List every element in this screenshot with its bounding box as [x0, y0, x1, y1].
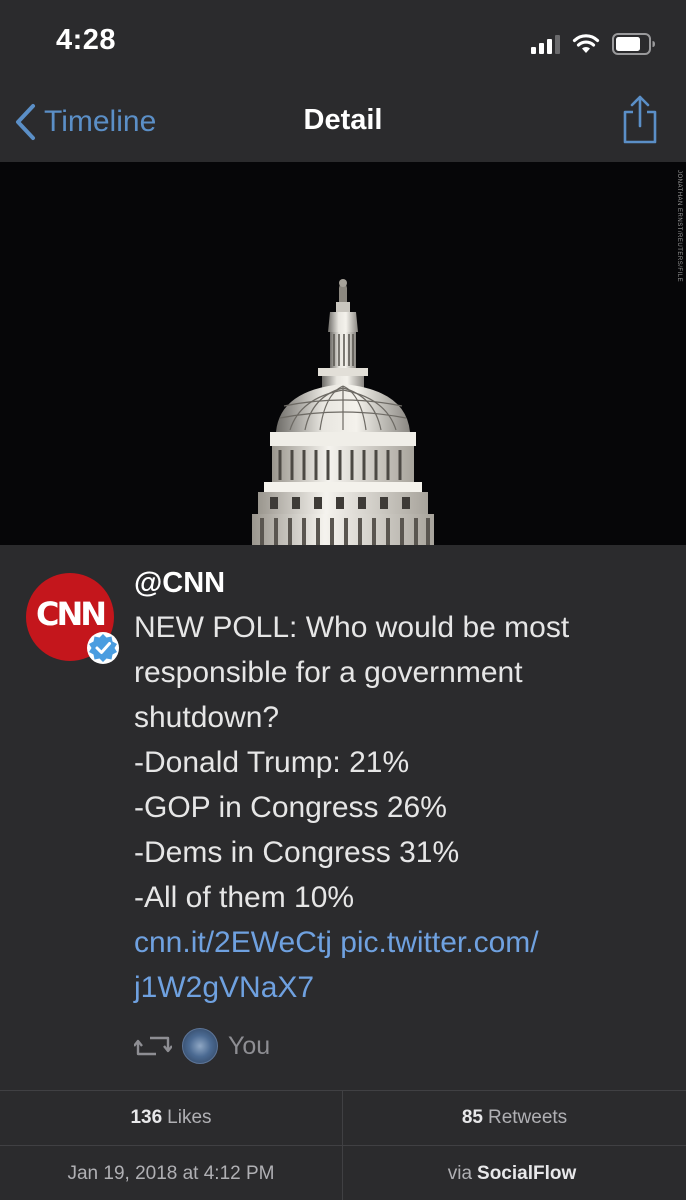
photo-credit: JONATHAN ERNST/REUTERS/FILE — [676, 170, 682, 283]
tweet-detail: CNN @CNN NEW POLL: Who would be most res… — [0, 545, 686, 1090]
tweet-body: NEW POLL: Who would be most responsible … — [134, 605, 654, 1010]
status-time: 4:28 — [56, 24, 117, 56]
retweeter-avatar[interactable] — [182, 1028, 218, 1064]
pic-link-continued[interactable]: j1W2gVNaX7 — [134, 971, 314, 1004]
likes-count: 136 — [130, 1107, 163, 1128]
cellular-signal-icon — [531, 34, 560, 54]
verified-badge-icon — [87, 632, 119, 664]
tweet-links-line: j1W2gVNaX7 — [134, 965, 654, 1010]
capitol-dome-image — [0, 162, 686, 545]
tweet-links-line: cnn.it/2EWeCtj pic.twitter.com/ — [134, 920, 654, 965]
tweet-media-image[interactable]: JONATHAN ERNST/REUTERS/FILE — [0, 162, 686, 545]
tweet-body-line: -Donald Trump: 21% — [134, 746, 410, 779]
share-icon[interactable] — [620, 94, 660, 144]
via-prefix: via — [447, 1162, 473, 1184]
source-app-name: SocialFlow — [477, 1162, 577, 1184]
navigation-bar: Timeline Detail — [0, 88, 686, 162]
short-link[interactable]: cnn.it/2EWeCtj — [134, 926, 332, 959]
likes-count-button[interactable]: 136 Likes — [0, 1091, 343, 1146]
retweeted-by-row[interactable]: You — [134, 1028, 271, 1064]
likes-label: Likes — [167, 1107, 212, 1128]
tweet-body-line: -Dems in Congress 31% — [134, 836, 460, 869]
tweet-timestamp: Jan 19, 2018 at 4:12 PM — [0, 1146, 343, 1200]
battery-icon — [612, 33, 655, 55]
status-icons — [531, 30, 656, 58]
retweet-icon — [134, 1036, 172, 1056]
tweet-stats: 136 Likes 85 Retweets Jan 19, 2018 at 4:… — [0, 1090, 686, 1200]
page-title: Detail — [303, 104, 383, 136]
retweets-count-button[interactable]: 85 Retweets — [343, 1091, 686, 1146]
retweeter-name: You — [228, 1031, 271, 1060]
pic-link[interactable]: pic.twitter.com/ — [340, 926, 538, 959]
tweet-body-line: -All of them 10% — [134, 881, 355, 914]
cnn-logo: CNN — [35, 595, 107, 633]
status-bar: 4:28 — [0, 0, 686, 88]
source-app-link[interactable]: via SocialFlow — [343, 1146, 686, 1200]
wifi-icon — [572, 34, 600, 53]
timestamp-text: Jan 19, 2018 at 4:12 PM — [67, 1162, 275, 1184]
tweet-body-line: responsible for a government — [134, 656, 523, 689]
tweet-body-line: -GOP in Congress 26% — [134, 791, 447, 824]
tweet-handle[interactable]: @CNN — [134, 567, 225, 600]
retweets-count: 85 — [461, 1107, 483, 1128]
retweets-label: Retweets — [487, 1107, 568, 1128]
tweet-body-line: NEW POLL: Who would be most — [134, 611, 570, 644]
avatar[interactable]: CNN — [26, 573, 119, 664]
tweet-body-line: shutdown? — [134, 701, 280, 734]
